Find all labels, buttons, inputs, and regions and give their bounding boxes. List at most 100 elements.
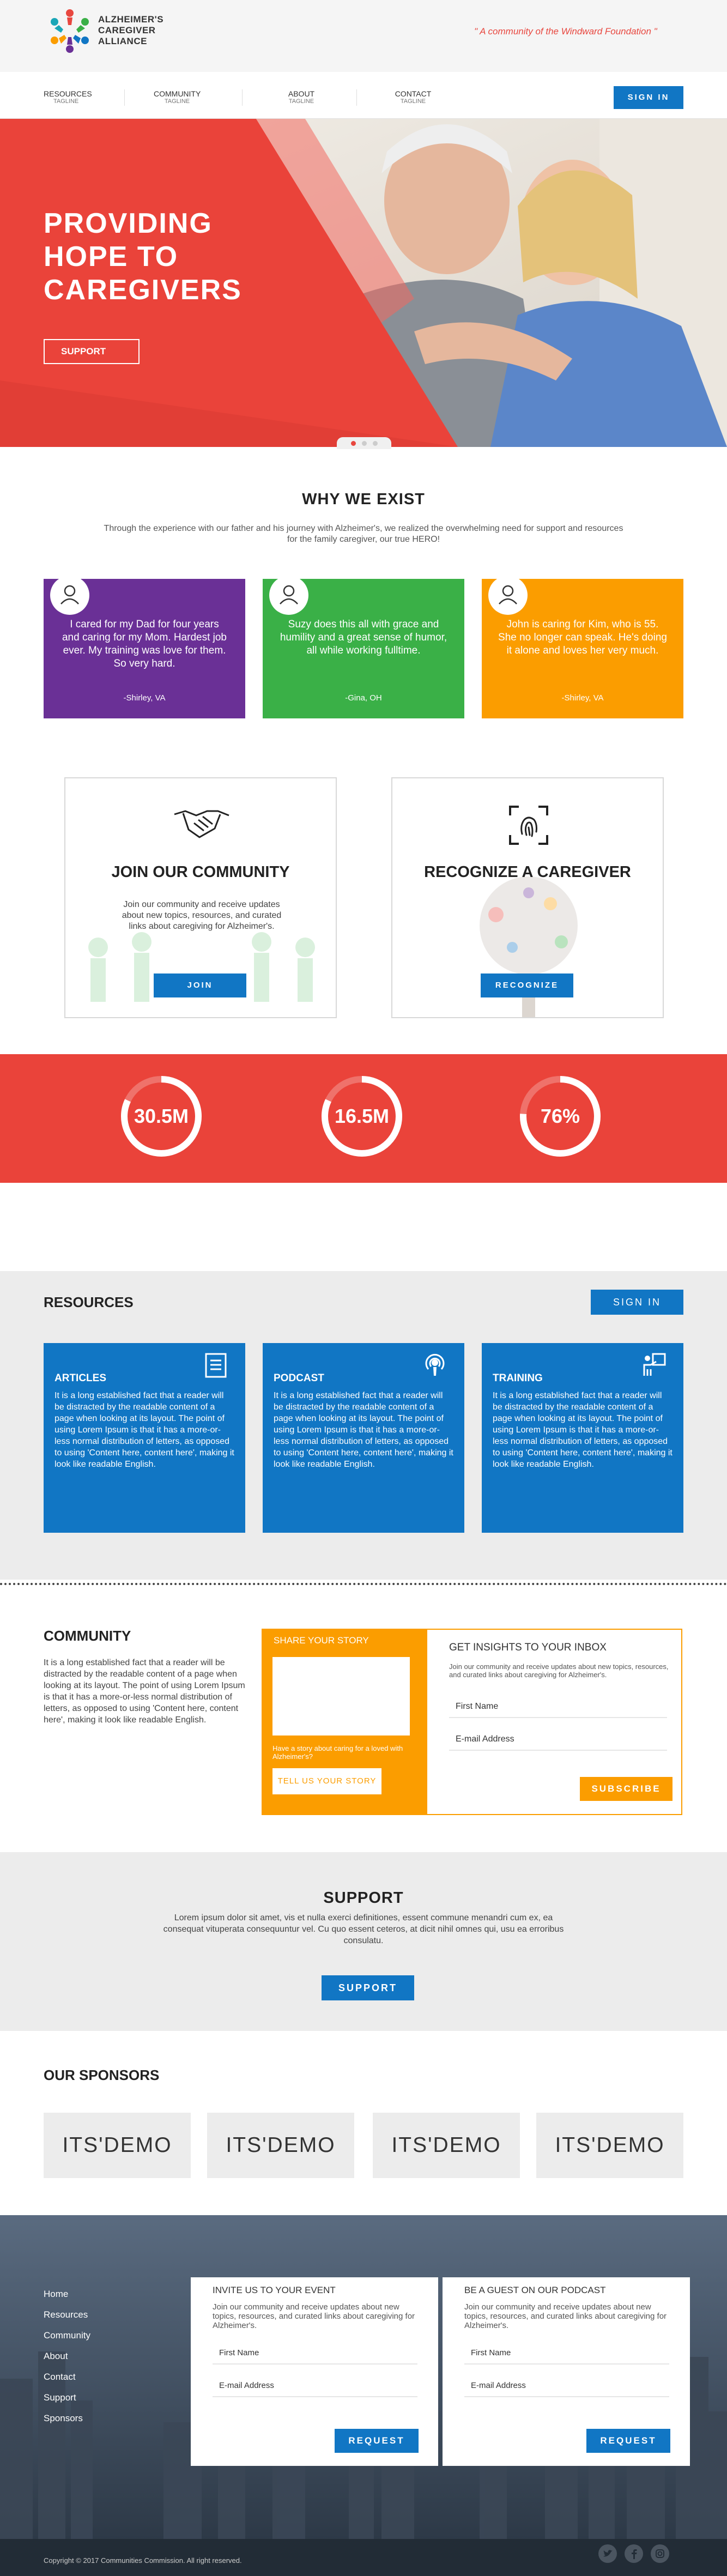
- document-icon: [205, 1353, 227, 1378]
- testimonial-quote: John is caring for Kim, who is 55. She n…: [498, 619, 667, 656]
- nav-sub: TAGLINE: [53, 98, 79, 105]
- sponsor-logo[interactable]: ITS'DEMO: [536, 2113, 683, 2178]
- podcast-text: Join our community and receive updates a…: [464, 2302, 667, 2330]
- nav-item-community[interactable]: COMMUNITY TAGLINE: [154, 89, 201, 105]
- resources-sign-in-button[interactable]: SIGN IN: [591, 1290, 683, 1315]
- nav-label: ABOUT: [288, 89, 315, 98]
- footer-link-community[interactable]: Community: [44, 2325, 90, 2346]
- footer-link-contact[interactable]: Contact: [44, 2367, 90, 2387]
- logo-line: CAREGIVER: [98, 25, 156, 35]
- event-request-card: INVITE US TO YOUR EVENT Join our communi…: [191, 2277, 438, 2466]
- footer-link-sponsors[interactable]: Sponsors: [44, 2408, 90, 2429]
- fingerprint-icon: [509, 806, 548, 845]
- nav-sub: TAGLINE: [164, 98, 190, 105]
- logo-text[interactable]: ALZHEIMER'S CAREGIVER ALLIANCE: [98, 14, 163, 47]
- stat-value: 16.5M: [334, 1105, 390, 1127]
- carousel-dot-active[interactable]: [351, 441, 356, 446]
- footer-link-resources[interactable]: Resources: [44, 2305, 90, 2325]
- share-hint: Have a story about caring for a loved wi…: [272, 1744, 403, 1761]
- first-name-field[interactable]: First Name: [449, 1695, 667, 1718]
- testimonial-author: -Shirley, VA: [561, 693, 604, 703]
- stats-rings: 30.5M 16.5M 76%: [0, 1054, 727, 1183]
- hero-title-line: CAREGIVERS: [44, 274, 242, 306]
- logo-icon[interactable]: [44, 4, 96, 57]
- support-text: Lorem ipsum dolor sit amet, vis et nulla…: [163, 1913, 564, 1945]
- event-email-field[interactable]: E-mail Address: [213, 2374, 417, 2397]
- testimonial-quote: I cared for my Dad for four years and ca…: [62, 619, 227, 669]
- podcast-email-field[interactable]: E-mail Address: [464, 2374, 669, 2397]
- handshake-icon: [174, 810, 229, 838]
- stat-label: Caregivers over 65: [520, 1192, 598, 1202]
- sponsor-logo[interactable]: ITS'DEMO: [44, 2113, 191, 2178]
- recognize-title: RECOGNIZE A CAREGIVER: [424, 863, 631, 881]
- avatar: [488, 576, 528, 615]
- nav-item-about[interactable]: ABOUT TAGLINE: [283, 89, 319, 105]
- resource-card-articles[interactable]: ARTICLES It is a long established fact t…: [44, 1343, 245, 1533]
- footer-link-about[interactable]: About: [44, 2346, 90, 2367]
- copyright-text: Copyright © 2017 Communities Commission.…: [44, 2556, 242, 2565]
- share-title: SHARE YOUR STORY: [274, 1635, 369, 1646]
- user-icon: [280, 585, 298, 604]
- nav-sub: TAGLINE: [288, 98, 314, 105]
- subscribe-button[interactable]: SUBSCRIBE: [580, 1777, 673, 1801]
- resource-card-training[interactable]: TRAINING It is a long established fact t…: [482, 1343, 683, 1533]
- event-first-name-field[interactable]: First Name: [213, 2342, 417, 2365]
- tell-story-button[interactable]: TELL US YOUR STORY: [272, 1768, 381, 1794]
- share-story-panel: SHARE YOUR STORY Have a story about cari…: [262, 1629, 426, 1815]
- testimonial-card: John is caring for Kim, who is 55. She n…: [482, 576, 683, 718]
- event-request-button[interactable]: REQUEST: [335, 2429, 419, 2453]
- avatar: [269, 576, 308, 615]
- join-button[interactable]: JOIN: [154, 973, 246, 997]
- stat-ring: 76%: [518, 1074, 603, 1159]
- community-text: It is a long established fact that a rea…: [44, 1658, 245, 1725]
- podcast-request-button[interactable]: REQUEST: [586, 2429, 670, 2453]
- page: ALZHEIMER'S CAREGIVER ALLIANCE " A commu…: [0, 0, 727, 2576]
- carousel-dot[interactable]: [373, 441, 378, 446]
- nav-divider: [356, 89, 357, 106]
- carousel-dot[interactable]: [362, 441, 367, 446]
- recognize-button[interactable]: RECOGNIZE: [481, 973, 573, 997]
- story-textarea[interactable]: [272, 1657, 410, 1736]
- sponsor-logo[interactable]: ITS'DEMO: [373, 2113, 520, 2178]
- support-title: SUPPORT: [323, 1889, 404, 1907]
- resource-text: It is a long established fact that a rea…: [274, 1391, 453, 1469]
- nav-divider: [124, 89, 125, 106]
- podcast-request-card: BE A GUEST ON OUR PODCAST Join our commu…: [443, 2277, 690, 2466]
- section-divider: [0, 1583, 727, 1585]
- join-text: Join our community and receive updates a…: [122, 900, 282, 931]
- join-title: JOIN OUR COMMUNITY: [111, 863, 290, 881]
- why-text: Through the experience with our father a…: [104, 524, 623, 544]
- stat-label: Caregivers in the workforce: [105, 1192, 218, 1202]
- resource-title: ARTICLES: [54, 1372, 106, 1384]
- twitter-icon[interactable]: [598, 2544, 617, 2563]
- instagram-icon[interactable]: [651, 2544, 669, 2563]
- hero-title-line: PROVIDING: [44, 208, 213, 239]
- main-nav: RESOURCES TAGLINE COMMUNITY TAGLINE ABOU…: [0, 72, 727, 119]
- newsletter-panel: GET INSIGHTS TO YOUR INBOX Join our comm…: [426, 1629, 682, 1815]
- facebook-icon[interactable]: [625, 2544, 643, 2563]
- logo-line: ALLIANCE: [98, 36, 147, 46]
- support-button[interactable]: SUPPORT: [322, 1975, 414, 2000]
- user-icon: [60, 585, 79, 604]
- podcast-icon: [425, 1353, 445, 1376]
- carousel-dots: [337, 437, 391, 449]
- training-icon: [643, 1353, 666, 1376]
- sign-in-button[interactable]: SIGN IN: [614, 86, 683, 109]
- nav-item-resources[interactable]: RESOURCES TAGLINE: [44, 89, 92, 105]
- hero-title-line: HOPE TO: [44, 241, 179, 273]
- footer-link-home[interactable]: Home: [44, 2284, 90, 2305]
- nav-item-contact[interactable]: CONTACT TAGLINE: [391, 89, 435, 105]
- stat-ring: 16.5M: [319, 1074, 404, 1159]
- hero-title: PROVIDING HOPE TO CAREGIVERS: [44, 207, 242, 307]
- hero-support-button[interactable]: SUPPORT: [44, 339, 140, 364]
- footer-link-support[interactable]: Support: [44, 2387, 90, 2408]
- logo-line: ALZHEIMER'S: [98, 14, 164, 25]
- resource-card-podcast[interactable]: PODCAST It is a long established fact th…: [263, 1343, 464, 1533]
- user-icon: [499, 585, 517, 604]
- testimonial-author: -Shirley, VA: [123, 693, 166, 703]
- nav-sub: TAGLINE: [400, 98, 426, 105]
- email-field[interactable]: E-mail Address: [449, 1728, 667, 1751]
- stat-value: 30.5M: [134, 1105, 189, 1127]
- sponsor-logo[interactable]: ITS'DEMO: [207, 2113, 354, 2178]
- podcast-first-name-field[interactable]: First Name: [464, 2342, 669, 2365]
